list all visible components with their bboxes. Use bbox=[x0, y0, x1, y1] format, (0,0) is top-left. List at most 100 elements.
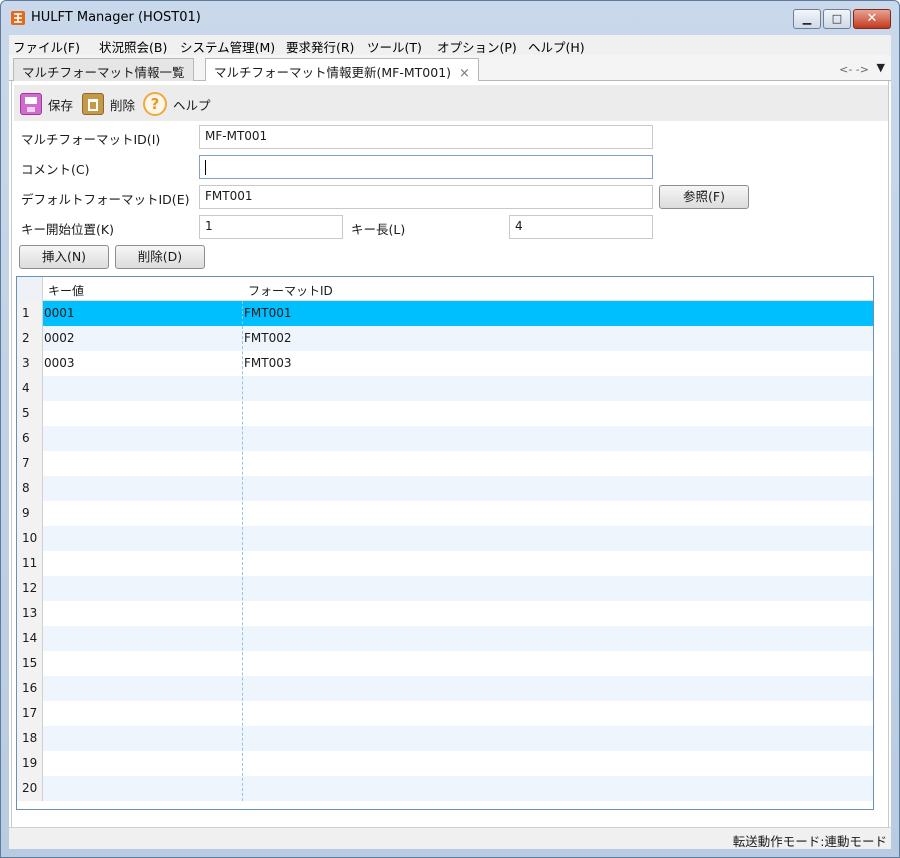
menu-bar: ファイル(F) 状況照会(B) システム管理(M) 要求発行(R) ツール(T)… bbox=[9, 35, 891, 55]
default-format-id-field[interactable]: FMT001 bbox=[199, 185, 653, 209]
cell-format-id[interactable]: FMT003 bbox=[244, 356, 292, 370]
help-button[interactable]: ? ヘルプ bbox=[143, 92, 211, 116]
row-number: 1 bbox=[17, 301, 43, 326]
key-format-table[interactable]: キー値 フォーマットID 1 0001 FMT001 2 0002 FMT002 3 0003… bbox=[16, 276, 874, 810]
row-number: 10 bbox=[17, 526, 43, 551]
cell-key-value[interactable]: 0003 bbox=[44, 356, 75, 370]
table-row[interactable]: 10 bbox=[17, 526, 873, 551]
row-number: 12 bbox=[17, 576, 43, 601]
row-number: 4 bbox=[17, 376, 43, 401]
table-row[interactable]: 2 0002 FMT002 bbox=[17, 326, 873, 351]
delete-toolbar-button[interactable]: 削除 bbox=[82, 92, 135, 116]
cell-key-value[interactable]: 0001 bbox=[44, 306, 75, 320]
row-number: 16 bbox=[17, 676, 43, 701]
row-number: 17 bbox=[17, 701, 43, 726]
tab-label: マルチフォーマット情報更新(MF-MT001) bbox=[214, 65, 452, 80]
menu-file[interactable]: ファイル(F) bbox=[13, 37, 80, 56]
row-number: 11 bbox=[17, 551, 43, 576]
row-number: 3 bbox=[17, 351, 43, 376]
table-row[interactable]: 1 0001 FMT001 bbox=[17, 301, 873, 326]
text-caret bbox=[205, 160, 206, 175]
table-row[interactable]: 8 bbox=[17, 476, 873, 501]
browse-button[interactable]: 参照(F) bbox=[659, 185, 749, 209]
row-number: 13 bbox=[17, 601, 43, 626]
minimize-icon: ▁ bbox=[802, 12, 812, 25]
row-number: 6 bbox=[17, 426, 43, 451]
key-start-label: キー開始位置(K) bbox=[21, 222, 114, 237]
menu-help[interactable]: ヘルプ(H) bbox=[528, 37, 585, 56]
toolbar: 保存 削除 ? ヘルプ bbox=[14, 85, 888, 121]
app-window: HULFT Manager (HOST01) ▁ □ ✕ ファイル(F) 状況照… bbox=[0, 0, 900, 858]
default-format-id-label: デフォルトフォーマットID(E) bbox=[21, 192, 190, 207]
table-row[interactable]: 18 bbox=[17, 726, 873, 751]
table-row[interactable]: 12 bbox=[17, 576, 873, 601]
close-window-button[interactable]: ✕ bbox=[853, 9, 891, 29]
cell-key-value[interactable]: 0002 bbox=[44, 331, 75, 345]
table-row[interactable]: 13 bbox=[17, 601, 873, 626]
tab-multiformat-list[interactable]: マルチフォーマット情報一覧 bbox=[13, 58, 194, 81]
table-row[interactable]: 16 bbox=[17, 676, 873, 701]
table-row[interactable]: 4 bbox=[17, 376, 873, 401]
insert-row-button[interactable]: 挿入(N) bbox=[19, 245, 109, 269]
title-bar: HULFT Manager (HOST01) ▁ □ ✕ bbox=[1, 1, 899, 35]
delete-row-button[interactable]: 削除(D) bbox=[115, 245, 205, 269]
table-row[interactable]: 14 bbox=[17, 626, 873, 651]
multiformat-id-field[interactable]: MF-MT001 bbox=[199, 125, 653, 149]
row-number: 7 bbox=[17, 451, 43, 476]
table-row[interactable]: 3 0003 FMT003 bbox=[17, 351, 873, 376]
menu-request[interactable]: 要求発行(R) bbox=[286, 37, 354, 56]
maximize-button[interactable]: □ bbox=[823, 9, 851, 29]
table-header: キー値 フォーマットID bbox=[17, 277, 873, 301]
row-number: 18 bbox=[17, 726, 43, 751]
header-corner bbox=[17, 277, 43, 301]
row-number: 5 bbox=[17, 401, 43, 426]
table-row[interactable]: 5 bbox=[17, 401, 873, 426]
table-row[interactable]: 17 bbox=[17, 701, 873, 726]
key-length-field[interactable]: 4 bbox=[509, 215, 653, 239]
save-icon bbox=[20, 93, 42, 115]
help-label: ヘルプ bbox=[173, 97, 211, 113]
window-title: HULFT Manager (HOST01) bbox=[31, 10, 201, 25]
tab-nav-arrows[interactable]: <- -> bbox=[839, 63, 869, 76]
comment-field[interactable] bbox=[199, 155, 653, 179]
tab-close-icon[interactable]: × bbox=[459, 66, 470, 81]
delete-label: 削除 bbox=[110, 97, 136, 113]
update-panel: 保存 削除 ? ヘルプ マルチフォーマットID(I) MF-MT001 コメント… bbox=[11, 81, 889, 827]
column-format-id[interactable]: フォーマットID bbox=[248, 282, 333, 299]
menu-status[interactable]: 状況照会(B) bbox=[99, 37, 167, 56]
table-row[interactable]: 19 bbox=[17, 751, 873, 776]
tab-strip: マルチフォーマット情報一覧 マルチフォーマット情報更新(MF-MT001) × <… bbox=[9, 55, 891, 82]
tab-list-dropdown-icon[interactable]: ▼ bbox=[877, 61, 885, 74]
column-key-value[interactable]: キー値 bbox=[48, 282, 84, 299]
table-row[interactable]: 11 bbox=[17, 551, 873, 576]
table-row[interactable]: 20 bbox=[17, 776, 873, 801]
key-length-label: キー長(L) bbox=[351, 222, 406, 237]
menu-options[interactable]: オプション(P) bbox=[437, 37, 517, 56]
table-row[interactable]: 9 bbox=[17, 501, 873, 526]
tab-multiformat-update[interactable]: マルチフォーマット情報更新(MF-MT001) × bbox=[205, 58, 479, 82]
cell-format-id[interactable]: FMT001 bbox=[244, 306, 292, 320]
row-number: 9 bbox=[17, 501, 43, 526]
table-row[interactable]: 6 bbox=[17, 426, 873, 451]
table-row[interactable]: 7 bbox=[17, 451, 873, 476]
table-row[interactable]: 15 bbox=[17, 651, 873, 676]
menu-tools[interactable]: ツール(T) bbox=[367, 37, 422, 56]
save-button[interactable]: 保存 bbox=[20, 92, 73, 116]
close-icon: ✕ bbox=[866, 11, 878, 26]
multiformat-id-label: マルチフォーマットID(I) bbox=[21, 132, 161, 147]
cell-format-id[interactable]: FMT002 bbox=[244, 331, 292, 345]
comment-label: コメント(C) bbox=[21, 162, 90, 177]
hulft-app-icon bbox=[11, 11, 25, 25]
client-area: ファイル(F) 状況照会(B) システム管理(M) 要求発行(R) ツール(T)… bbox=[9, 35, 891, 849]
trash-icon bbox=[82, 93, 104, 115]
tab-label: マルチフォーマット情報一覧 bbox=[22, 65, 185, 80]
row-number: 19 bbox=[17, 751, 43, 776]
menu-system[interactable]: システム管理(M) bbox=[180, 37, 275, 56]
maximize-icon: □ bbox=[831, 12, 843, 25]
save-label: 保存 bbox=[48, 97, 74, 113]
column-divider bbox=[242, 301, 243, 801]
row-number: 2 bbox=[17, 326, 43, 351]
row-number: 20 bbox=[17, 776, 43, 801]
key-start-field[interactable]: 1 bbox=[199, 215, 343, 239]
minimize-button[interactable]: ▁ bbox=[793, 9, 821, 29]
